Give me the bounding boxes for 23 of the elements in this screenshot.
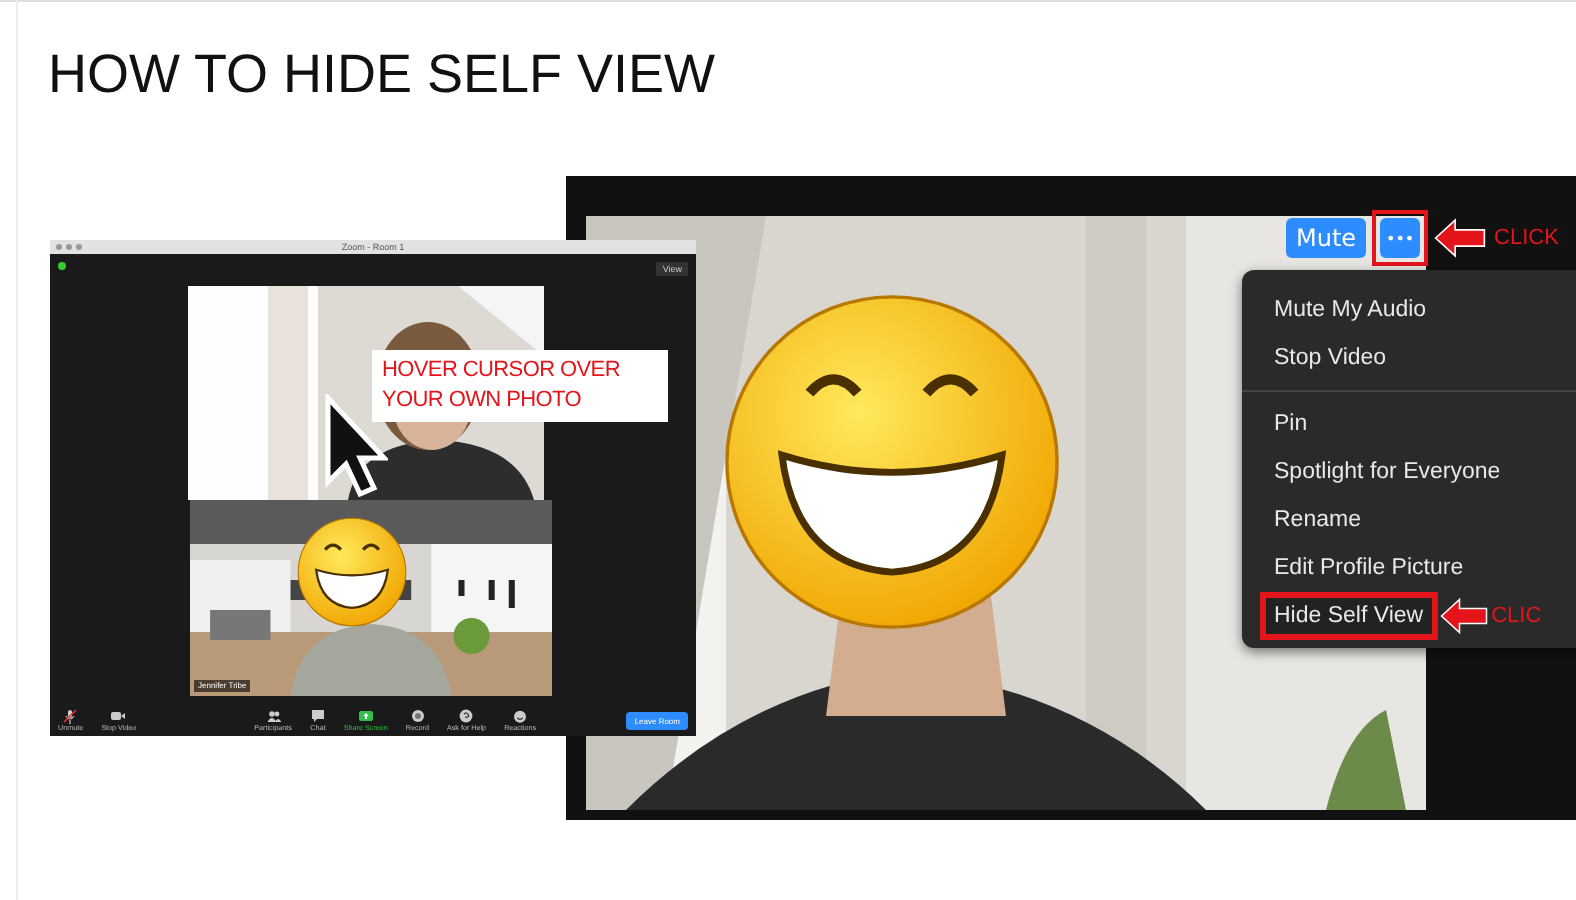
video-camera-icon[interactable] xyxy=(110,708,127,724)
muted-microphone-icon[interactable] xyxy=(62,708,79,724)
arrow-icon xyxy=(1439,596,1488,636)
callout-text: HOVER CURSOR OVER YOUR OWN PHOTO xyxy=(372,350,668,422)
share-screen-icon[interactable] xyxy=(357,708,374,724)
record-icon[interactable] xyxy=(409,708,426,724)
help-icon[interactable] xyxy=(458,708,475,724)
arrow-icon xyxy=(1434,216,1487,260)
annotation-text: CLIC xyxy=(1491,604,1542,628)
menu-item[interactable]: Mute My Audio xyxy=(1260,286,1441,334)
menu-item[interactable]: Stop Video xyxy=(1260,334,1401,382)
menu-item[interactable]: Hide Self View xyxy=(1260,592,1438,640)
people-icon[interactable] xyxy=(265,708,282,724)
menu-item[interactable]: Spotlight for Everyone xyxy=(1260,448,1515,496)
annotation-text: CLICK xyxy=(1494,226,1559,250)
menu-item[interactable]: Edit Profile Picture xyxy=(1260,544,1478,592)
smiley-icon[interactable] xyxy=(512,708,529,724)
menu-item[interactable]: Pin xyxy=(1260,400,1322,448)
grinning-emoji-icon xyxy=(720,290,1064,634)
slide-title: HOW TO HIDE SELF VIEW xyxy=(48,44,716,106)
chat-bubble-icon[interactable] xyxy=(309,708,326,724)
grinning-emoji-icon xyxy=(296,516,408,628)
menu-item[interactable]: Rename xyxy=(1260,496,1375,544)
